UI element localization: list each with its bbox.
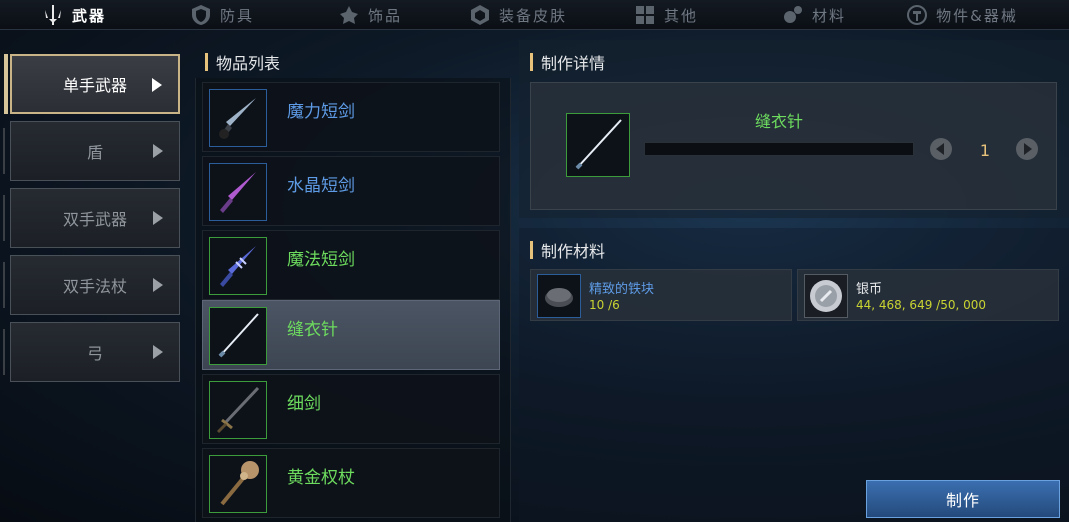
item-name: 黄金权杖 xyxy=(287,468,355,488)
category-label: 单手武器 xyxy=(62,76,127,95)
divider xyxy=(3,128,5,174)
craft-detail-header: 制作详情 xyxy=(530,50,605,74)
category-label: 双手武器 xyxy=(62,210,127,229)
selected-item-name: 缝衣针 xyxy=(754,112,803,131)
tab-accessories[interactable]: 饰品 xyxy=(296,0,444,30)
divider xyxy=(3,262,5,308)
item-name: 水晶短剑 xyxy=(287,176,355,196)
tab-armor[interactable]: 防具 xyxy=(148,0,296,30)
crystal-dagger-icon xyxy=(209,163,267,221)
tab-others[interactable]: 其他 xyxy=(592,0,740,30)
tab-weapons[interactable]: 武器 xyxy=(0,0,148,30)
category-two-handed-staff[interactable]: 双手法杖 xyxy=(3,255,180,315)
chevron-left-icon xyxy=(936,143,944,155)
category-two-handed[interactable]: 双手武器 xyxy=(3,188,180,248)
skin-icon xyxy=(469,4,491,26)
category-bow[interactable]: 弓 xyxy=(3,322,180,382)
tab-label: 装备皮肤 xyxy=(498,6,567,25)
item-list-title: 物品列表 xyxy=(216,54,281,73)
chevron-right-icon xyxy=(1024,143,1032,155)
category-shield[interactable]: 盾 xyxy=(3,121,180,181)
category-tab-bar: 武器 防具 饰品 装备皮肤 其他 材料 物件&器械 xyxy=(0,0,1069,30)
tab-equipment-skins[interactable]: 装备皮肤 xyxy=(444,0,592,30)
sword-icon xyxy=(42,4,64,26)
item-list-header: 物品列表 xyxy=(205,50,280,74)
category-label: 弓 xyxy=(86,344,103,363)
craft-detail-title: 制作详情 xyxy=(541,54,606,73)
grid-icon xyxy=(634,4,656,26)
chevron-right-icon xyxy=(153,345,163,359)
material-count: 44, 468, 649 /50, 000 xyxy=(856,298,986,312)
category-one-handed[interactable]: 单手武器 xyxy=(4,54,180,114)
chevron-right-icon xyxy=(153,144,163,158)
tab-label: 武器 xyxy=(71,6,106,25)
tab-objects-devices[interactable]: 物件&器械 xyxy=(888,0,1036,30)
material-silver-coin[interactable]: 银币 44, 468, 649 /50, 000 xyxy=(797,269,1059,321)
header-accent xyxy=(530,53,533,71)
tab-label: 其他 xyxy=(663,6,698,25)
item-name: 魔力短剑 xyxy=(287,102,355,122)
divider xyxy=(3,195,5,241)
tab-label: 防具 xyxy=(219,6,254,25)
material-iron-ingot[interactable]: 精致的铁块 10 /6 xyxy=(530,269,792,321)
header-accent xyxy=(205,53,208,71)
material-name: 精致的铁块 xyxy=(589,282,655,297)
list-item-golden-scepter[interactable]: 黄金权杖 xyxy=(202,448,500,518)
quantity-slider[interactable] xyxy=(644,142,914,156)
needle-icon xyxy=(566,113,630,177)
divider xyxy=(3,329,5,375)
material-count: 10 /6 xyxy=(589,298,620,312)
list-item-needle[interactable]: 缝衣针 xyxy=(202,300,500,370)
item-list: 魔力短剑 水晶短剑 魔法短剑 缝衣针 细剑 黄金权杖 xyxy=(195,78,511,522)
amulet-icon xyxy=(338,4,360,26)
quantity-value: 1 xyxy=(979,141,991,160)
silver-coin-icon xyxy=(804,274,848,318)
weapon-category-list: 单手武器 盾 双手武器 双手法杖 弓 xyxy=(3,54,180,389)
tab-label: 物件&器械 xyxy=(936,6,1018,25)
tab-label: 饰品 xyxy=(367,6,402,25)
list-item-rapier[interactable]: 细剑 xyxy=(202,374,500,444)
chevron-right-icon xyxy=(153,211,163,225)
chevron-right-icon xyxy=(152,78,162,92)
magic-dagger-icon xyxy=(209,237,267,295)
chevron-right-icon xyxy=(153,278,163,292)
list-item-mana-dagger[interactable]: 魔力短剑 xyxy=(202,82,500,152)
tab-label: 材料 xyxy=(811,6,846,25)
item-name: 魔法短剑 xyxy=(287,250,355,270)
materials-title: 制作材料 xyxy=(541,242,606,261)
decrease-quantity-button[interactable] xyxy=(930,138,952,160)
category-label: 盾 xyxy=(86,143,103,162)
golden-scepter-icon xyxy=(209,455,267,513)
item-name: 缝衣针 xyxy=(287,320,338,340)
gears-icon xyxy=(782,4,804,26)
craft-button[interactable]: 制作 xyxy=(866,480,1060,518)
header-accent xyxy=(530,241,533,259)
list-item-crystal-dagger[interactable]: 水晶短剑 xyxy=(202,156,500,226)
rapier-icon xyxy=(209,381,267,439)
item-name: 细剑 xyxy=(287,394,321,414)
material-name: 银币 xyxy=(856,282,883,297)
mana-dagger-icon xyxy=(209,89,267,147)
materials-header: 制作材料 xyxy=(530,238,605,262)
hammer-icon xyxy=(906,4,928,26)
increase-quantity-button[interactable] xyxy=(1016,138,1038,160)
shield-icon xyxy=(190,4,212,26)
iron-ingot-icon xyxy=(537,274,581,318)
needle-icon xyxy=(209,307,267,365)
tab-materials[interactable]: 材料 xyxy=(740,0,888,30)
category-label: 双手法杖 xyxy=(62,277,127,296)
list-item-magic-dagger[interactable]: 魔法短剑 xyxy=(202,230,500,300)
